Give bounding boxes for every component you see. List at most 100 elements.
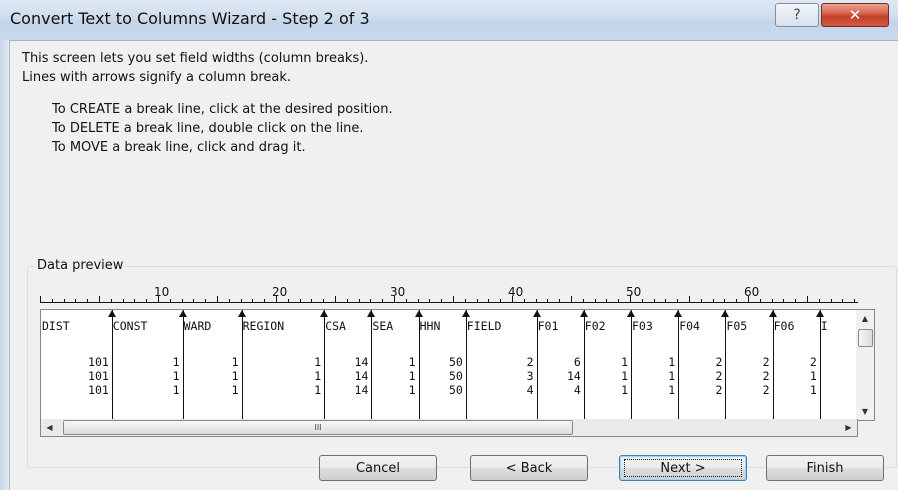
ruler-tick	[110, 299, 112, 302]
preview-cell: 101	[88, 355, 109, 369]
break-arrow-icon[interactable]	[320, 310, 329, 317]
ruler-tick	[217, 296, 218, 302]
help-button[interactable]: ?	[775, 3, 819, 27]
ruler-tick	[771, 299, 773, 302]
preview-header-cell: F01	[537, 319, 559, 333]
preview-header-cell: FIELD	[466, 319, 502, 333]
preview-cell: 101	[88, 369, 109, 383]
break-arrow-icon[interactable]	[579, 310, 588, 317]
ruler-tick	[134, 299, 136, 302]
close-button[interactable]: ✕	[821, 3, 889, 27]
ruler-tick	[618, 299, 620, 302]
wizard-dialog: Convert Text to Columns Wizard - Step 2 …	[0, 0, 898, 490]
ruler-tick	[712, 299, 714, 302]
scroll-up-icon[interactable]: ▲	[856, 310, 874, 327]
ruler-tick	[807, 296, 808, 302]
break-arrow-icon[interactable]	[721, 310, 730, 317]
scroll-left-icon[interactable]: ◀	[41, 419, 58, 436]
ruler-tick	[51, 299, 53, 302]
ruler-tick	[523, 299, 525, 302]
data-preview-label: Data preview	[34, 258, 127, 273]
vertical-scroll-thumb[interactable]	[858, 329, 873, 347]
ruler-tick	[571, 296, 572, 302]
ruler-tick	[818, 299, 820, 302]
ruler-tick	[842, 299, 844, 302]
ruler-tick	[700, 299, 702, 302]
preview-cell: 1	[172, 355, 180, 369]
ruler-tick	[830, 299, 832, 302]
title-bar: Convert Text to Columns Wizard - Step 2 …	[0, 0, 898, 41]
ruler-tick	[547, 299, 549, 302]
ruler-tick	[193, 299, 195, 302]
preview-header-cell: REGION	[242, 319, 285, 333]
ruler-tick	[488, 299, 490, 302]
scroll-down-icon[interactable]: ▼	[856, 403, 874, 420]
ruler-tick	[299, 299, 301, 302]
preview-cell: 2	[809, 355, 817, 369]
preview-header-cell: F04	[679, 319, 700, 333]
window-border	[0, 40, 10, 490]
preview-header-cell: F05	[726, 319, 748, 333]
ruler-tick	[594, 299, 596, 302]
ruler-tick	[724, 299, 726, 302]
focus-rectangle	[624, 459, 742, 477]
scroll-right-icon[interactable]: ▶	[840, 419, 857, 436]
preview-header-cell: SEA	[372, 319, 394, 333]
ruler-tick	[665, 299, 667, 302]
ruler-tick	[122, 299, 124, 302]
dialog-title: Convert Text to Columns Wizard - Step 2 …	[10, 9, 370, 28]
ruler-tick	[500, 299, 502, 302]
preview-cell: 1	[172, 369, 180, 383]
break-arrow-icon[interactable]	[815, 310, 824, 317]
ruler-tick	[87, 299, 89, 302]
cancel-button[interactable]: Cancel	[319, 455, 437, 481]
preview-header-cell: CONST	[112, 319, 148, 333]
break-arrow-icon[interactable]	[237, 310, 246, 317]
instruction-create: To CREATE a break line, click at the des…	[52, 102, 393, 117]
ruler-baseline	[40, 302, 858, 303]
ruler-tick	[535, 299, 537, 302]
ruler-tick	[323, 299, 325, 302]
ruler-tick	[240, 299, 242, 302]
break-arrow-icon[interactable]	[768, 310, 777, 317]
ruler-tick	[441, 299, 443, 302]
break-arrow-icon[interactable]	[532, 310, 541, 317]
ruler-number: 30	[390, 285, 406, 299]
ruler-tick	[476, 299, 478, 302]
break-arrow-icon[interactable]	[367, 310, 376, 317]
ruler-tick	[606, 299, 608, 302]
column-ruler[interactable]: 10 20 30 40 50 60	[40, 285, 866, 307]
break-arrow-icon[interactable]	[461, 310, 470, 317]
break-arrow-icon[interactable]	[627, 310, 635, 317]
horizontal-scrollbar[interactable]: ◀ III ▶	[40, 419, 858, 437]
next-button[interactable]: Next >	[619, 455, 747, 481]
ruler-tick	[653, 299, 655, 302]
ruler-tick	[99, 296, 100, 302]
instruction-move: To MOVE a break line, click and drag it.	[52, 140, 306, 155]
break-arrow-icon[interactable]	[178, 310, 187, 317]
ruler-tick	[453, 296, 454, 302]
ruler-tick	[559, 299, 561, 302]
preview-cell: 1	[809, 383, 817, 397]
ruler-number: 40	[508, 285, 524, 299]
ruler-number: 60	[744, 285, 760, 299]
ruler-tick	[205, 299, 207, 302]
horizontal-scroll-thumb[interactable]: III	[63, 420, 573, 435]
preview-cell: 50	[448, 355, 463, 369]
back-button[interactable]: < Back	[470, 455, 588, 481]
ruler-tick	[264, 299, 266, 302]
ruler-tick	[346, 299, 348, 302]
description-line-1: This screen lets you set field widths (c…	[22, 51, 369, 66]
ruler-tick	[40, 296, 41, 302]
instruction-delete: To DELETE a break line, double click on …	[52, 121, 364, 136]
ruler-tick	[689, 296, 690, 302]
ruler-tick	[677, 299, 679, 302]
break-arrow-icon[interactable]	[107, 310, 116, 317]
finish-button[interactable]: Finish	[766, 455, 884, 481]
break-arrow-icon[interactable]	[674, 310, 683, 317]
ruler-tick	[252, 299, 254, 302]
data-preview-grid[interactable]: DIST CONST WARD REGION CSA SEA HHN FIELD F01 F02 F…	[40, 309, 858, 421]
ruler-tick	[382, 299, 384, 302]
vertical-scrollbar[interactable]: ▲ ▼	[856, 309, 875, 421]
break-arrow-icon[interactable]	[414, 310, 423, 317]
